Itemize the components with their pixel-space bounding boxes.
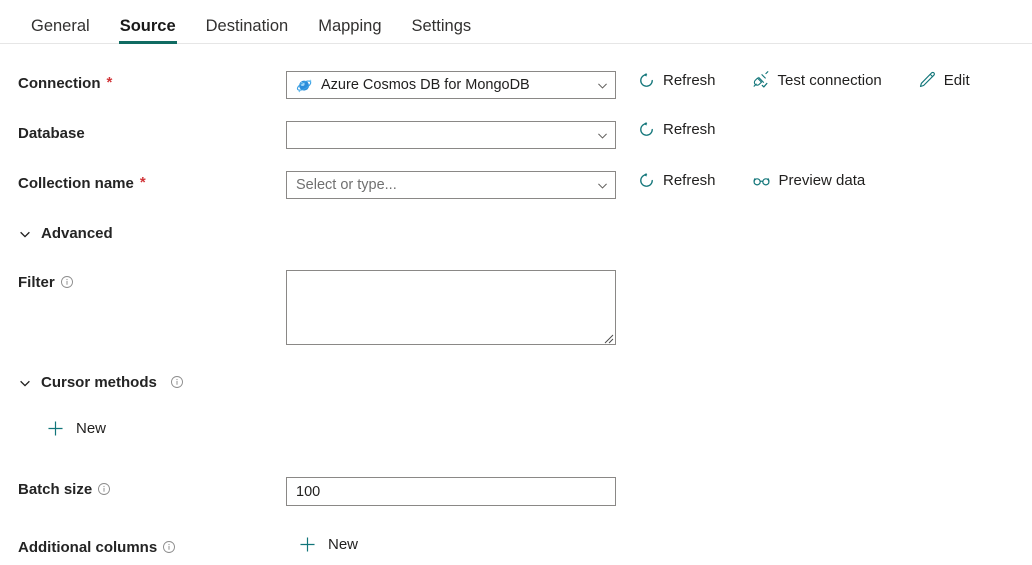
database-row: Database Refresh [0,121,1032,151]
connection-dropdown[interactable]: Azure Cosmos DB for MongoDB [286,71,616,99]
collection-placeholder: Select or type... [296,177,397,193]
connection-value: Azure Cosmos DB for MongoDB [321,77,530,93]
connection-field: Azure Cosmos DB for MongoDB Refresh Test… [286,71,1032,99]
azure-cosmos-db-icon [296,77,313,94]
database-label-text: Database [18,125,85,142]
connection-label-text: Connection [18,75,101,92]
glasses-icon [752,171,771,190]
database-dropdown[interactable] [286,121,616,149]
cursor-methods-new-button[interactable]: New [46,419,106,438]
tab-mapping[interactable]: Mapping [303,0,396,44]
collection-field: Select or type... Refresh Preview data [286,171,1032,199]
preview-data-label: Preview data [778,172,866,189]
test-connection-button[interactable]: Test connection [752,71,882,89]
batch-size-label-text: Batch size [18,481,93,498]
chevron-down-icon [596,129,609,142]
tab-bar: General Source Destination Mapping Setti… [0,0,1032,44]
chevron-down-icon [18,227,32,241]
resize-grip-icon[interactable] [602,331,614,344]
batch-size-value: 100 [296,483,321,500]
collection-row: Collection name * Select or type... Refr… [0,171,1032,201]
tab-source[interactable]: Source [105,0,191,44]
test-connection-label: Test connection [777,71,882,89]
connection-refresh-button[interactable]: Refresh [638,72,716,89]
database-refresh-button[interactable]: Refresh [638,121,716,138]
database-field: Refresh [286,121,1032,149]
cursor-methods-section-header[interactable]: Cursor methods [0,374,1032,391]
info-icon[interactable] [162,540,176,554]
edit-connection-label: Edit [943,71,970,89]
batch-size-field: 100 [286,477,1032,506]
refresh-icon [638,172,655,189]
additional-columns-new-button[interactable]: New [298,535,358,554]
database-label: Database [18,121,286,144]
advanced-section-label: Advanced [41,225,113,242]
refresh-icon [638,121,655,138]
filter-label-text: Filter [18,274,55,291]
database-refresh-label: Refresh [663,121,716,138]
edit-connection-button[interactable]: Edit [918,71,970,89]
cursor-methods-new-row: New [0,419,1032,449]
collection-label: Collection name * [18,171,286,194]
additional-columns-label-text: Additional columns [18,539,158,556]
refresh-icon [638,72,655,89]
batch-size-input[interactable]: 100 [286,477,616,506]
collection-refresh-label: Refresh [663,172,716,189]
tab-settings[interactable]: Settings [397,0,487,44]
additional-columns-label: Additional columns [18,535,286,558]
collection-dropdown[interactable]: Select or type... [286,171,616,199]
required-asterisk: * [139,173,146,191]
advanced-section-header[interactable]: Advanced [0,225,1032,242]
additional-columns-row: Additional columns New [0,535,1032,565]
chevron-down-icon [596,79,609,92]
plus-icon [46,419,65,438]
cursor-methods-section-label: Cursor methods [41,374,157,391]
info-icon[interactable] [60,275,74,289]
pencil-icon [918,71,936,89]
chevron-down-icon [596,179,609,192]
collection-refresh-button[interactable]: Refresh [638,172,716,189]
source-form: Connection * Azure Cosmos DB for MongoDB [0,71,1032,565]
additional-columns-field: New [286,535,1032,554]
batch-size-row: Batch size 100 [0,477,1032,507]
filter-label: Filter [18,270,286,293]
chevron-down-icon [18,376,32,390]
connection-actions: Refresh Test connection Edit [638,71,970,89]
info-icon[interactable] [170,375,184,389]
database-actions: Refresh [638,121,716,138]
tab-general[interactable]: General [16,0,105,44]
collection-actions: Refresh Preview data [638,171,865,190]
preview-data-button[interactable]: Preview data [752,171,866,190]
plus-icon [298,535,317,554]
plug-check-icon [752,71,770,89]
batch-size-label: Batch size [18,477,286,500]
filter-row: Filter [0,270,1032,345]
info-icon[interactable] [97,482,111,496]
additional-columns-new-label: New [328,536,359,553]
collection-label-text: Collection name [18,175,134,192]
connection-refresh-label: Refresh [663,71,716,89]
cursor-methods-new-label: New [76,420,107,437]
connection-label: Connection * [18,71,286,94]
tab-destination[interactable]: Destination [191,0,304,44]
connection-row: Connection * Azure Cosmos DB for MongoDB [0,71,1032,101]
filter-field [286,270,1032,345]
filter-textarea[interactable] [286,270,616,345]
required-asterisk: * [106,73,113,91]
